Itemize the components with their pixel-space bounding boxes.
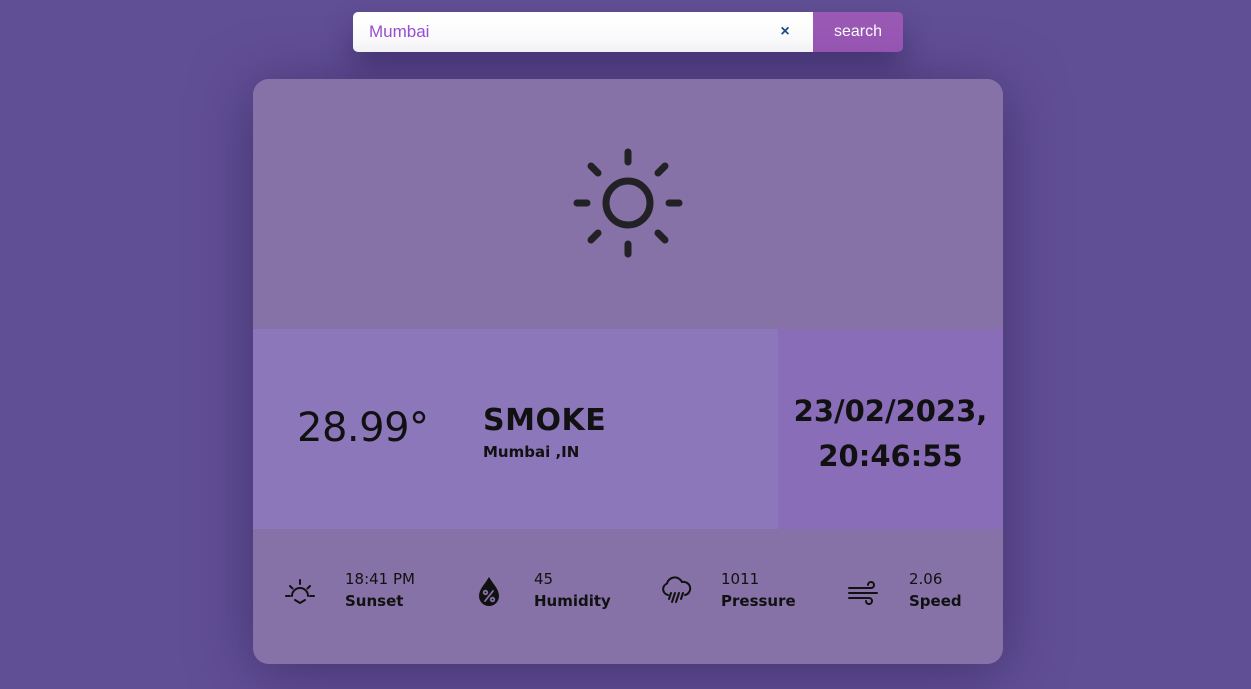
sunset-icon [285,579,315,605]
weather-card: 28.99° SMOKE Mumbai ,IN 23/02/2023, 20:4… [253,79,1003,664]
stat-value: 18:41 PM [345,570,415,588]
location: Mumbai ,IN [483,443,580,461]
stat-humidity: 45 Humidity [472,568,622,612]
search-button[interactable]: search [813,12,903,52]
stat-label: Sunset [345,592,404,610]
wind-icon [848,581,878,605]
stat-label: Humidity [534,592,611,610]
stat-value: 45 [534,570,554,588]
rain-cloud-icon [662,576,692,603]
temperature-panel: 28.99° SMOKE Mumbai ,IN [253,329,778,529]
stat-sunset: 18:41 PM Sunset [283,568,433,612]
search-bar: × search [353,12,903,52]
date-panel: 23/02/2023, 20:46:55 [778,329,1003,529]
stat-label: Speed [909,592,962,610]
stats-bar: 18:41 PM Sunset 45 Humidity 1011 Pressur… [253,529,1003,664]
sun-icon [573,148,683,258]
stat-wind: 2.06 Speed [847,568,987,612]
weather-details: 28.99° SMOKE Mumbai ,IN 23/02/2023, 20:4… [253,329,1003,529]
humidity-icon [479,577,499,606]
clear-icon[interactable]: × [775,22,795,42]
temperature: 28.99° [297,405,429,451]
stat-value: 2.06 [909,570,943,588]
date: 23/02/2023, [793,394,988,428]
stat-label: Pressure [721,592,796,610]
datetime: 23/02/2023, 20:46:55 [778,389,1003,479]
search-field: × [353,12,813,52]
weather-condition: SMOKE [483,403,607,438]
stat-pressure: 1011 Pressure [659,568,809,612]
stat-value: 1011 [721,570,760,588]
weather-icon-area [253,79,1003,329]
search-input[interactable] [353,12,773,52]
time: 20:46:55 [818,439,963,473]
